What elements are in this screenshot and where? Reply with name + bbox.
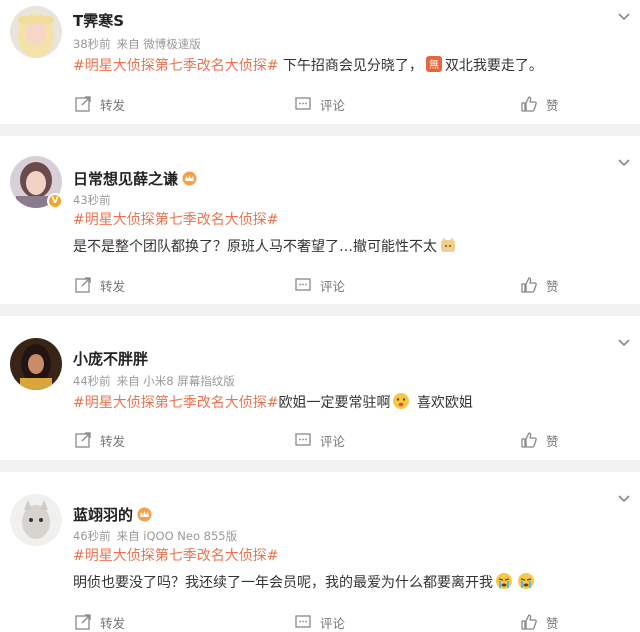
post-meta: 44秒前 来自 小米8 屏幕指纹版 xyxy=(73,373,241,389)
comment-label: 评论 xyxy=(320,278,346,294)
like-button[interactable]: 赞 xyxy=(520,92,559,116)
hashtag-link[interactable]: #明星大侦探第七季改名大侦探# xyxy=(73,395,278,411)
like-label: 赞 xyxy=(546,615,559,631)
post-text-segment: 双北我要走了。 xyxy=(444,58,543,74)
no-entry-emoji-icon: 無 xyxy=(425,56,442,72)
post-source: 来自 iQOO Neo 855版 xyxy=(116,529,238,543)
vip-crown-icon xyxy=(137,507,152,522)
avatar[interactable] xyxy=(10,494,62,546)
repost-label: 转发 xyxy=(100,615,126,631)
thumbs-up-icon xyxy=(521,432,537,448)
username[interactable]: T霁寒S xyxy=(73,10,124,31)
post-meta: 38秒前 来自 微博极速版 xyxy=(73,36,207,52)
username-text: 日常想见薛之谦 xyxy=(73,170,179,188)
thumbs-up-icon xyxy=(521,96,537,112)
svg-text:無: 無 xyxy=(429,58,439,71)
like-label: 赞 xyxy=(546,97,559,113)
username[interactable]: 蓝翊羽的 xyxy=(73,504,152,525)
repost-button[interactable]: 转发 xyxy=(74,610,125,632)
hashtag-link[interactable]: #明星大侦探第七季改名大侦探# xyxy=(73,58,278,74)
action-bar: 转发 评论 赞 xyxy=(0,610,640,632)
comment-label: 评论 xyxy=(320,615,346,631)
avatar[interactable] xyxy=(10,6,62,58)
crying-emoji-icon xyxy=(496,573,512,589)
like-button[interactable]: 赞 xyxy=(520,610,559,632)
comment-icon xyxy=(295,615,311,628)
post-text-segment: 下午招商会见分晓了， xyxy=(278,58,423,74)
username-text: 蓝翊羽的 xyxy=(73,506,134,524)
repost-icon xyxy=(75,614,91,630)
comment-button[interactable]: 评论 xyxy=(294,273,345,297)
action-bar: 转发 评论 赞 xyxy=(0,92,640,116)
comment-button[interactable]: 评论 xyxy=(294,428,345,452)
repost-label: 转发 xyxy=(100,433,126,449)
action-bar: 转发 评论 赞 xyxy=(0,273,640,297)
comment-card: 小庞不胖胖 44秒前 来自 小米8 屏幕指纹版 #明星大侦探第七季改名大侦探#欧姐… xyxy=(0,316,640,460)
post-text-line: 明侦也要没了吗？我还续了一年会员呢，我的最爱为什么都要离开我 xyxy=(73,572,537,593)
action-bar: 转发 评论 赞 xyxy=(0,428,640,452)
comment-feed: T霁寒S 38秒前 来自 微博极速版 #明星大侦探第七季改名大侦探# 下午招商会见… xyxy=(0,0,640,632)
post-source: 来自 微博极速版 xyxy=(116,37,201,51)
hashtag-link[interactable]: #明星大侦探第七季改名大侦探# xyxy=(73,210,459,230)
post-text-segment: 欧姐一定要常驻啊 xyxy=(278,395,391,411)
comment-button[interactable]: 评论 xyxy=(294,92,345,116)
repost-icon xyxy=(75,432,91,448)
like-button[interactable]: 赞 xyxy=(520,428,559,452)
post-text: #明星大侦探第七季改名大侦探# 下午招商会见分晓了， 無双北我要走了。 xyxy=(73,55,543,76)
post-text: #明星大侦探第七季改名大侦探# 是不是整个团队都换了？原班人马不奢望了…撤可能性… xyxy=(73,210,459,257)
post-time: 44秒前 xyxy=(73,374,111,388)
like-button[interactable]: 赞 xyxy=(520,273,559,297)
like-label: 赞 xyxy=(546,278,559,294)
post-time: 38秒前 xyxy=(73,37,111,51)
thumbs-up-icon xyxy=(521,614,537,630)
repost-icon xyxy=(75,96,91,112)
repost-button[interactable]: 转发 xyxy=(74,273,125,297)
comment-label: 评论 xyxy=(320,97,346,113)
like-label: 赞 xyxy=(546,433,559,449)
comment-card: V 日常想见薛之谦 43秒前 #明星大侦探第七季改名大侦探# 是不是整个团队都换… xyxy=(0,136,640,304)
chevron-down-icon[interactable] xyxy=(616,490,632,506)
post-text: #明星大侦探第七季改名大侦探#欧姐一定要常驻啊 喜欢欧姐 xyxy=(73,392,473,413)
repost-label: 转发 xyxy=(100,97,126,113)
repost-icon xyxy=(75,277,91,293)
comment-icon xyxy=(295,433,311,446)
chevron-down-icon[interactable] xyxy=(616,8,632,24)
cat-emoji-icon xyxy=(441,237,455,252)
post-source: 来自 小米8 屏幕指纹版 xyxy=(116,374,235,388)
repost-label: 转发 xyxy=(100,278,126,294)
post-text: #明星大侦探第七季改名大侦探# 明侦也要没了吗？我还续了一年会员呢，我的最爱为什… xyxy=(73,546,537,593)
comment-button[interactable]: 评论 xyxy=(294,610,345,632)
thumbs-up-icon xyxy=(521,277,537,293)
comment-icon xyxy=(295,97,311,110)
username[interactable]: 日常想见薛之谦 xyxy=(73,168,197,189)
verified-badge-icon: V xyxy=(47,193,63,209)
vip-crown-icon xyxy=(182,171,197,186)
crying-emoji-icon xyxy=(518,573,534,589)
comment-label: 评论 xyxy=(320,433,346,449)
post-time: 43秒前 xyxy=(73,193,111,207)
chevron-down-icon[interactable] xyxy=(616,334,632,350)
post-text-segment: 明侦也要没了吗？我还续了一年会员呢，我的最爱为什么都要离开我 xyxy=(73,575,493,591)
post-text-segment: 喜欢欧姐 xyxy=(412,395,473,411)
comment-card: 蓝翊羽的 46秒前 来自 iQOO Neo 855版 #明星大侦探第七季改名大侦探… xyxy=(0,472,640,632)
repost-button[interactable]: 转发 xyxy=(74,92,125,116)
username[interactable]: 小庞不胖胖 xyxy=(73,348,148,369)
comment-icon xyxy=(295,278,311,291)
comment-card: T霁寒S 38秒前 来自 微博极速版 #明星大侦探第七季改名大侦探# 下午招商会见… xyxy=(0,0,640,124)
post-meta: 46秒前 来自 iQOO Neo 855版 xyxy=(73,528,243,544)
avatar[interactable] xyxy=(10,338,62,390)
post-meta: 43秒前 xyxy=(73,192,117,208)
hashtag-link[interactable]: #明星大侦探第七季改名大侦探# xyxy=(73,546,537,566)
post-time: 46秒前 xyxy=(73,529,111,543)
post-text-segment: 是不是整个团队都换了？原班人马不奢望了…撤可能性不太 xyxy=(73,239,437,255)
chevron-down-icon[interactable] xyxy=(616,154,632,170)
post-text-line: 是不是整个团队都换了？原班人马不奢望了…撤可能性不太 xyxy=(73,236,459,257)
kiss-emoji-icon xyxy=(393,393,410,409)
repost-button[interactable]: 转发 xyxy=(74,428,125,452)
